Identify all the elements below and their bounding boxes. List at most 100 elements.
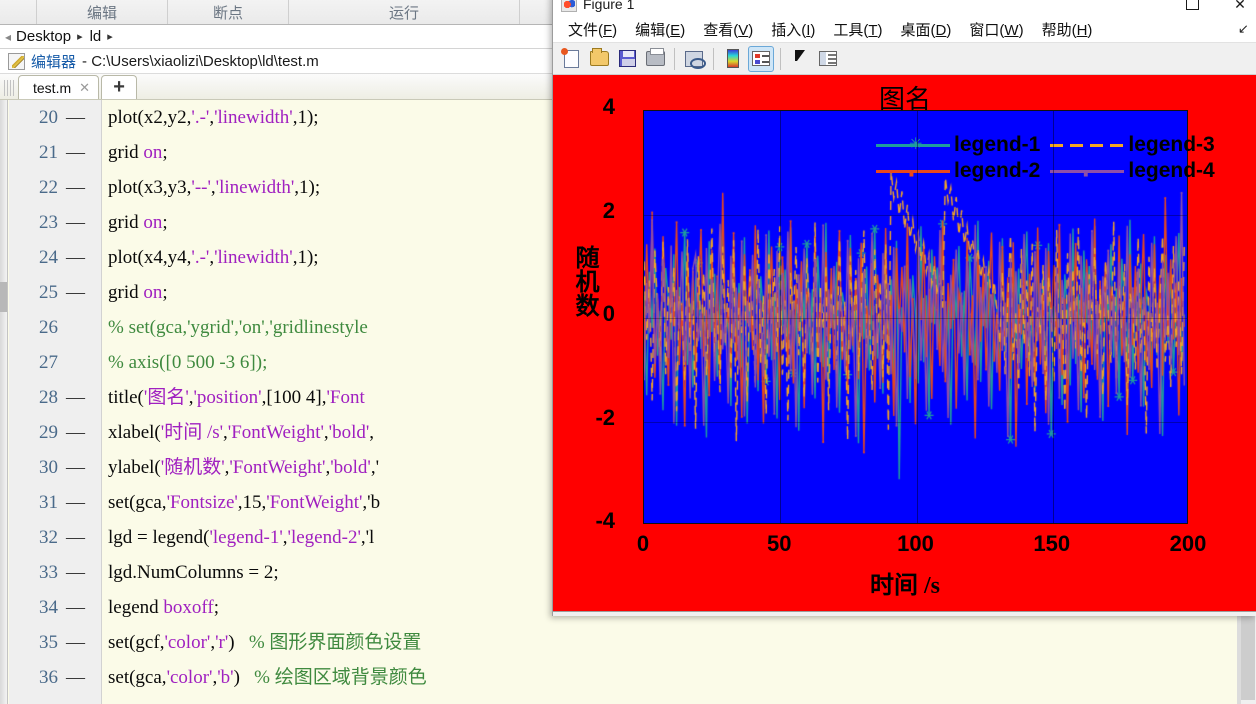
open-file-button[interactable] [586,46,612,72]
y-tick-label: 2 [602,197,615,223]
property-inspector-button[interactable] [815,46,841,72]
code-line[interactable]: 36 — set(gca,'color','b') % 绘图区域背景颜色 [0,660,1256,695]
code-text: lgd = legend('legend-1','legend-2','l [108,527,375,548]
menu-item-1[interactable]: 文件(F) [559,16,626,43]
grid-line-horizontal [644,214,1187,216]
code-line[interactable]: 37 [0,695,1256,704]
insert-colorbar-button[interactable] [720,46,746,72]
figure-toolbar [553,43,1256,75]
save-figure-icon [618,50,636,67]
line-number: 30 [39,457,58,478]
chart-legend[interactable]: ✳ legend-1 legend-3 ■ legend-2 ■ legend-4 [874,133,1221,183]
code-line[interactable]: 35 — set(gcf,'color','r') % 图形界面颜色设置 [0,625,1256,660]
edit-plot-pointer-button[interactable] [787,46,813,72]
editor-pencil-icon [8,52,25,70]
executable-line-marker[interactable]: — [66,170,85,205]
editor-file-path: - C:\Users\xiaolizi\Desktop\ld\test.m [82,52,319,70]
maximize-icon[interactable] [1181,0,1203,13]
figure-bottom-edge [553,608,1256,612]
grid-line-vertical [780,111,782,523]
legend-label-legend-3: legend-3 [1128,133,1215,156]
window-controls: ✕ [1181,0,1251,16]
breadcrumb-separator: ▸ [77,31,83,43]
figure-menu-bar: 文件(F) 编辑(E) 查看(V) 插入(I) 工具(T) 桌面(D) 窗口(W) 帮助(H)… [553,16,1256,43]
menu-item-3[interactable]: 查看(V) [694,16,762,43]
x-tick-label: 100 [897,531,934,556]
line-number: 27 [39,352,58,373]
menu-overflow-icon[interactable]: ↘ [1238,21,1249,37]
executable-line-marker[interactable]: — [66,135,85,170]
x-tick-label: 200 [1169,531,1207,556]
line-number: 21 [39,142,58,163]
grid-line-horizontal [644,421,1187,423]
tabstrip-grip-handle[interactable] [4,80,14,96]
grid-line-vertical [1052,111,1054,523]
code-text: grid on; [108,142,168,163]
executable-line-marker[interactable]: — [66,485,85,520]
link-plot-icon [685,50,706,69]
executable-line-marker[interactable]: — [66,625,85,660]
legend-marker-glyph: ■ [909,170,914,179]
link-plot-button[interactable] [681,46,707,72]
new-tab-button[interactable]: + [101,75,138,99]
executable-line-marker[interactable]: — [66,205,85,240]
x-tick-label: 150 [1033,531,1071,556]
menu-item-5[interactable]: 工具(T) [824,16,891,43]
close-icon[interactable]: ✕ [1229,0,1251,13]
y-tick-label: 4 [602,94,615,119]
y-tick-label: -4 [595,508,615,533]
close-icon[interactable]: ✕ [79,80,90,96]
legend-line-glyph [1050,144,1125,147]
new-figure-button[interactable] [558,46,584,72]
executable-line-marker[interactable]: — [66,450,85,485]
menu-item-4[interactable]: 插入(I) [762,16,824,43]
menu-item-8[interactable]: 帮助(H) [1033,16,1102,43]
line-number: 20 [39,107,58,128]
editor-scrollbar-thumb[interactable] [1241,610,1255,700]
line-number: 24 [39,247,58,268]
property-inspector-icon [819,51,837,66]
ribbon-group-edit: 编辑 [86,4,117,22]
insert-legend-button[interactable] [748,45,774,72]
code-text: plot(x3,y3,'--','linewidth',1); [108,177,321,198]
code-text: set(gca,'color','b') % 绘图区域背景颜色 [108,667,427,688]
breadcrumb-item-ld[interactable]: ld [88,28,104,45]
executable-line-marker[interactable]: — [66,415,85,450]
line-number: 26 [39,317,58,338]
executable-line-marker[interactable]: — [66,100,85,135]
executable-line-marker[interactable]: — [66,590,85,625]
executable-line-marker[interactable]: — [66,555,85,590]
legend-label-legend-2: legend-2 [954,159,1041,182]
line-number: 31 [39,492,58,513]
executable-line-marker[interactable]: — [66,520,85,555]
line-number: 36 [39,667,58,688]
insert-colorbar-icon [727,49,739,68]
line-number: 35 [39,632,58,653]
editor-tab-test-m[interactable]: test.m ✕ [18,75,100,99]
executable-line-marker[interactable]: — [66,660,85,695]
ribbon-group-breakpoints: 断点 [212,4,243,22]
code-text: title('图名','position',[100 4],'Font [108,387,365,408]
executable-line-marker[interactable]: — [66,380,85,415]
menu-item-7[interactable]: 窗口(W) [960,16,1032,43]
x-tick-label: 50 [767,531,792,556]
line-number: 22 [39,177,58,198]
legend-sample-legend-3 [1048,133,1126,157]
figure-title-bar[interactable]: Figure 1 ✕ [553,0,1256,16]
code-text: xlabel('时间 /s','FontWeight','bold', [108,422,375,443]
figure-canvas[interactable]: 图名 随机数 时间 /s 4 2 0 -2 -4 0 50 100 150 200 ✳ legen… [553,75,1256,608]
menu-item-6[interactable]: 桌面(D) [892,16,961,43]
save-figure-button[interactable] [614,46,640,72]
x-axis-label: 时间 /s [869,573,940,599]
executable-line-marker[interactable]: — [66,275,85,310]
line-number: 28 [39,387,58,408]
line-number: 37 [14,695,58,704]
plot-axes[interactable]: ✳ legend-1 legend-3 ■ legend-2 ■ legend-4 [643,110,1215,524]
print-figure-button[interactable] [642,46,668,72]
back-arrow-icon[interactable]: ◂ [2,30,14,44]
menu-item-2[interactable]: 编辑(E) [626,16,694,43]
executable-line-marker[interactable]: — [66,240,85,275]
code-text: plot(x2,y2,'.-','linewidth',1); [108,107,319,128]
print-figure-icon [645,48,665,66]
breadcrumb-item-desktop[interactable]: Desktop [14,28,73,45]
